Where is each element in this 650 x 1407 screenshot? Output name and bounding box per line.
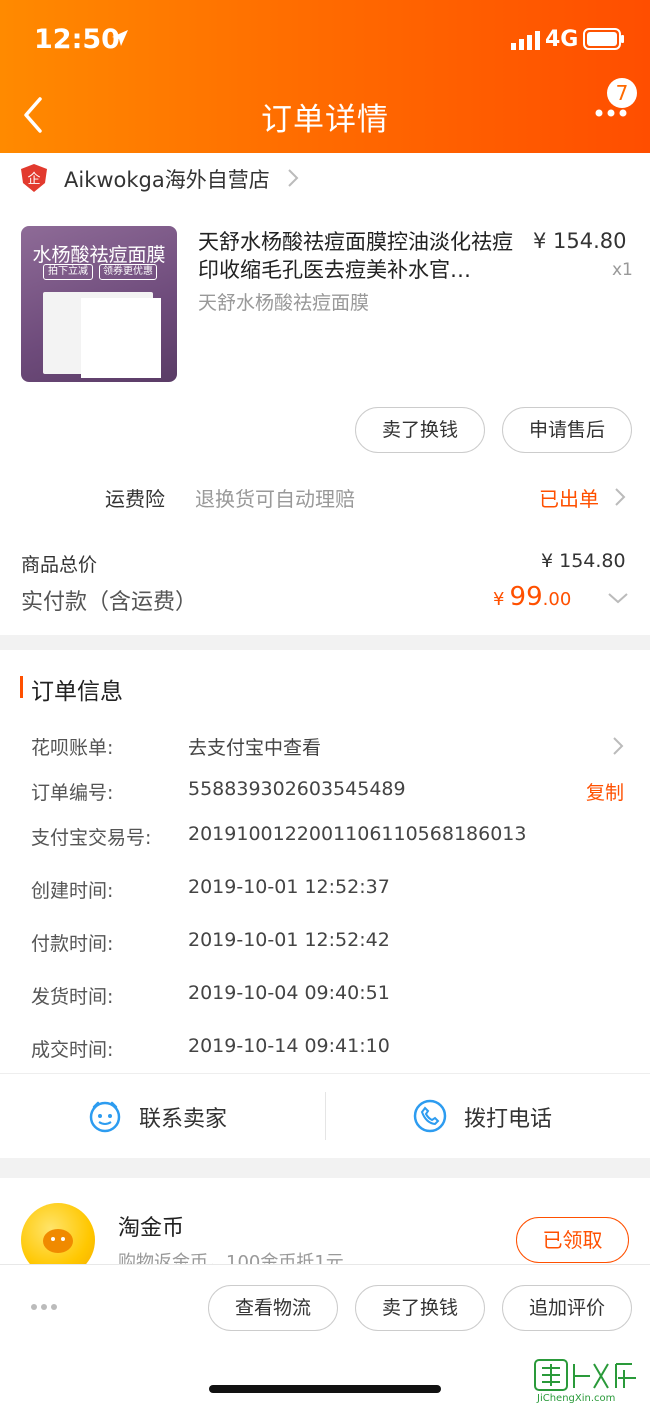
product-price: ¥ 154.80 [533, 229, 627, 253]
section-marker [20, 676, 23, 698]
product-image-title: 水杨酸祛痘面膜 [32, 244, 166, 266]
insurance-label: 运费险 [105, 487, 165, 511]
paid-dec: .00 [542, 589, 572, 610]
phone-icon[interactable] [413, 1099, 447, 1133]
goods-total-label: 商品总价 [21, 554, 98, 576]
paid-time-value: 2019-10-01 12:52:42 [188, 929, 390, 951]
completed-time-label: 成交时间: [31, 1039, 114, 1061]
paid-currency: ¥ [493, 589, 505, 610]
product-qty: x1 [612, 260, 633, 280]
order-number-value: 558839302603545489 [188, 778, 406, 800]
paid-int: 99 [509, 582, 543, 612]
network-type: 4G [545, 27, 579, 52]
chevron-right-icon[interactable] [613, 486, 627, 508]
chat-icon[interactable] [88, 1099, 122, 1133]
coins-title: 淘金币 [118, 1216, 185, 1241]
chevron-right-icon[interactable] [611, 735, 625, 757]
shop-badge-icon: 企 [21, 164, 47, 192]
product-image[interactable]: 水杨酸祛痘面膜 拍下立减 领券更优惠 [21, 226, 177, 382]
shop-name[interactable]: Aikwokga海外自营店 [64, 164, 270, 194]
created-time-value: 2019-10-01 12:52:37 [188, 876, 390, 898]
battery-icon [583, 28, 624, 50]
location-arrow-icon [112, 30, 128, 46]
divider [0, 1073, 650, 1074]
view-logistics-button[interactable]: 查看物流 [208, 1285, 338, 1331]
paid-time-label: 付款时间: [31, 933, 114, 955]
completed-time-value: 2019-10-14 09:41:10 [188, 1035, 390, 1057]
call-phone-button[interactable]: 拨打电话 [464, 1101, 552, 1133]
status-time: 12:50 [34, 24, 120, 55]
product-image-tag: 领券更优惠 [99, 264, 157, 280]
sell-button[interactable]: 卖了换钱 [355, 407, 485, 453]
more-dots-icon[interactable] [30, 1303, 58, 1311]
created-time-label: 创建时间: [31, 880, 114, 902]
signal-icon [511, 31, 540, 50]
shipped-time-value: 2019-10-04 09:40:51 [188, 982, 390, 1004]
order-info-card [0, 650, 650, 1158]
order-info-title: 订单信息 [31, 679, 123, 705]
order-number-label: 订单编号: [31, 782, 114, 804]
huabei-label: 花呗账单: [31, 737, 114, 759]
home-indicator[interactable] [209, 1385, 441, 1393]
paid-value: ¥ 99.00 [493, 582, 571, 612]
more-icon[interactable] [594, 106, 628, 120]
add-review-button[interactable]: 追加评价 [502, 1285, 632, 1331]
alipay-trade-value: 2019100122001106110568186013 [188, 823, 527, 845]
insurance-desc: 退换货可自动理赔 [195, 487, 355, 511]
insurance-status[interactable]: 已出单 [539, 483, 599, 512]
coins-claimed-button[interactable]: 已领取 [516, 1217, 629, 1263]
goods-total-value: ¥ 154.80 [541, 550, 626, 572]
after-sale-button[interactable]: 申请售后 [502, 407, 632, 453]
message-badge[interactable]: 7 [607, 78, 637, 108]
page-title: 订单详情 [261, 102, 389, 138]
alipay-trade-label: 支付宝交易号: [31, 827, 152, 849]
product-image-tag: 拍下立减 [43, 264, 93, 280]
product-title[interactable]: 天舒水杨酸祛痘面膜控油淡化祛痘印收缩毛孔医去痘美补水官… [198, 228, 524, 284]
chevron-down-icon[interactable] [606, 590, 630, 606]
shipped-time-label: 发货时间: [31, 986, 114, 1008]
paid-label: 实付款（含运费） [21, 590, 198, 615]
contact-seller-button[interactable]: 联系卖家 [139, 1101, 227, 1133]
product-sku: 天舒水杨酸祛痘面膜 [198, 292, 370, 314]
huabei-value[interactable]: 去支付宝中查看 [188, 733, 321, 760]
product-mask-graphic [81, 298, 161, 378]
watermark-text: JiChengXin.com [537, 1393, 616, 1404]
footer-sell-button[interactable]: 卖了换钱 [355, 1285, 485, 1331]
copy-button[interactable]: 复制 [586, 778, 624, 805]
chevron-right-icon[interactable] [286, 167, 300, 189]
svg-text:企: 企 [27, 171, 40, 187]
contact-divider [325, 1092, 326, 1140]
